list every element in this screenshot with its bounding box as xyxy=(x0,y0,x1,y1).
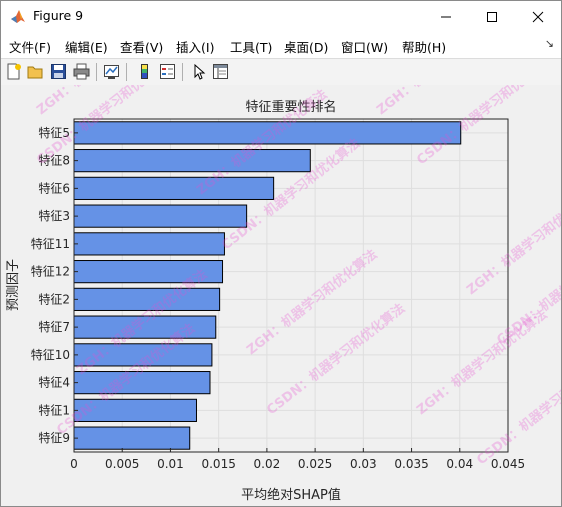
x-tick-label: 0.035 xyxy=(394,457,428,471)
y-tick-label: 特征11 xyxy=(31,236,70,251)
open-file-icon[interactable] xyxy=(27,63,44,80)
maximize-button[interactable] xyxy=(469,1,515,32)
menubar-overflow-icon[interactable]: ↘ xyxy=(545,37,554,50)
x-tick-label: 0 xyxy=(70,457,78,471)
y-tick-label: 特征1 xyxy=(38,402,70,417)
insert-colorbar-icon[interactable] xyxy=(136,63,153,80)
minimize-icon xyxy=(441,16,451,17)
shap-importance-chart: 0 0.005 0.01 0.015 0.02 0.025 0.03 0.035 0.04 0.0… xyxy=(6,6,561,503)
window-title: Figure 9 xyxy=(33,8,84,23)
watermark-text: ZGH：机器学习和优化算法 xyxy=(464,186,561,298)
figure-toolbar xyxy=(1,58,561,86)
x-tick-label: 0.005 xyxy=(105,457,139,471)
matlab-logo-icon xyxy=(11,10,25,23)
menu-view[interactable]: 查看(V) xyxy=(120,37,163,56)
bar-特征6 xyxy=(73,176,275,200)
x-axis-label: 平均绝对SHAP值 xyxy=(241,487,341,503)
insert-legend-icon[interactable] xyxy=(159,63,176,80)
bar-特征8 xyxy=(73,149,311,173)
toolbar-separator xyxy=(126,63,127,81)
menu-edit[interactable]: 编辑(E) xyxy=(65,37,108,56)
x-tick-label: 0.015 xyxy=(201,457,235,471)
x-tick-label: 0.045 xyxy=(491,457,525,471)
y-tick-label: 特征4 xyxy=(38,375,70,390)
y-tick-label: 特征10 xyxy=(31,347,70,362)
save-icon[interactable] xyxy=(50,63,67,80)
x-tick-label: 0.02 xyxy=(254,457,281,471)
figure-window: Figure 9 文件(F) 编辑(E) 查看(V) 插入(I) 工具(T) 桌… xyxy=(0,0,562,507)
close-button[interactable] xyxy=(515,1,561,32)
bar-特征2 xyxy=(73,287,221,311)
menu-window[interactable]: 窗口(W) xyxy=(341,37,388,56)
x-tick-label: 0.04 xyxy=(446,457,473,471)
property-inspector-icon[interactable] xyxy=(212,63,229,80)
bar-特征9 xyxy=(73,426,191,450)
menu-desktop[interactable]: 桌面(D) xyxy=(284,37,328,56)
menu-insert[interactable]: 插入(I) xyxy=(176,37,214,56)
toolbar-separator xyxy=(96,63,97,81)
bar-特征3 xyxy=(73,204,248,228)
y-tick-label: 特征6 xyxy=(38,180,70,195)
edit-plot-arrow-icon[interactable] xyxy=(190,63,207,80)
x-tick-label: 0.03 xyxy=(350,457,377,471)
menu-bar: 文件(F) 编辑(E) 查看(V) 插入(I) 工具(T) 桌面(D) 窗口(W… xyxy=(1,32,561,58)
link-plot-icon[interactable] xyxy=(103,63,120,80)
menu-file[interactable]: 文件(F) xyxy=(9,37,51,56)
print-icon[interactable] xyxy=(73,63,90,80)
close-icon xyxy=(532,11,544,22)
bar-特征11 xyxy=(73,232,225,256)
maximize-icon xyxy=(487,11,497,22)
figure-canvas: 0 0.005 0.01 0.015 0.02 0.025 0.03 0.035 0.04 0.0… xyxy=(1,6,561,506)
new-figure-icon[interactable] xyxy=(5,63,22,80)
y-tick-label: 特征3 xyxy=(38,208,70,223)
menu-help[interactable]: 帮助(H) xyxy=(402,37,446,56)
y-tick-label: 特征2 xyxy=(38,291,70,306)
menu-tools[interactable]: 工具(T) xyxy=(230,37,272,56)
x-tick-label: 0.01 xyxy=(157,457,184,471)
y-tick-label: 特征7 xyxy=(38,319,70,334)
x-tick-label: 0.025 xyxy=(298,457,332,471)
y-axis-label: 预测因子 xyxy=(6,259,21,311)
y-tick-label: 特征12 xyxy=(31,264,70,279)
minimize-button[interactable] xyxy=(423,1,469,32)
toolbar-separator xyxy=(182,63,183,81)
watermark-text: ZGH：机器学习和优化算法 xyxy=(414,306,551,418)
title-bar: Figure 9 xyxy=(1,1,561,32)
